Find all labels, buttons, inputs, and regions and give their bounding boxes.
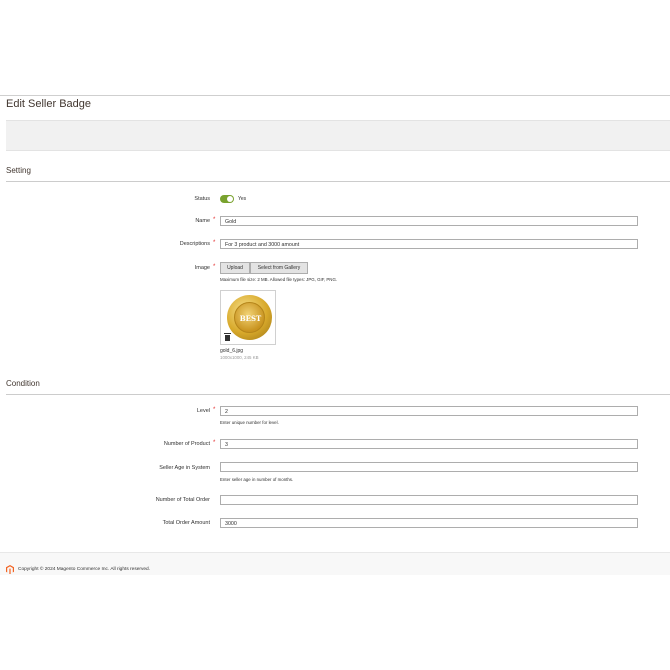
section-divider bbox=[6, 394, 670, 395]
magento-logo-icon bbox=[6, 565, 14, 574]
status-label: Status bbox=[194, 196, 210, 202]
image-file-meta: 1000x1000, 245 KB bbox=[220, 355, 259, 360]
badge-inner: BEST bbox=[234, 302, 265, 333]
required-asterisk: * bbox=[213, 264, 216, 270]
section-title-setting[interactable]: Setting bbox=[6, 166, 31, 175]
descriptions-label: Descriptions bbox=[179, 241, 210, 247]
number-of-product-input[interactable]: 3 bbox=[220, 439, 638, 449]
seller-age-label: Seller Age in System bbox=[159, 465, 210, 471]
seller-age-note: Enter seller age in number of months. bbox=[220, 477, 294, 482]
number-of-product-label: Number of Product bbox=[163, 441, 210, 447]
level-input[interactable]: 2 bbox=[220, 406, 638, 416]
image-label: Image bbox=[194, 265, 210, 271]
total-amount-input[interactable]: 3000 bbox=[220, 518, 638, 528]
trash-icon[interactable] bbox=[224, 333, 231, 341]
upload-note: Maximum file size: 2 MB. Allowed file ty… bbox=[220, 277, 338, 282]
footer-copyright: Copyright © 2024 Magento Commerce Inc. A… bbox=[18, 567, 151, 572]
image-preview[interactable]: BEST bbox=[220, 290, 276, 345]
select-from-gallery-button[interactable]: Select from Gallery bbox=[250, 262, 308, 274]
level-label: Level bbox=[196, 408, 210, 414]
section-divider bbox=[6, 181, 670, 182]
toggle-knob bbox=[227, 196, 233, 202]
seller-age-input[interactable] bbox=[220, 462, 638, 472]
required-asterisk: * bbox=[213, 240, 216, 246]
badge-text: BEST bbox=[239, 314, 262, 323]
page-title: Edit Seller Badge bbox=[6, 98, 91, 110]
required-asterisk: * bbox=[213, 217, 216, 223]
total-order-label: Number of Total Order bbox=[155, 497, 210, 503]
total-order-input[interactable] bbox=[220, 495, 638, 505]
upload-button[interactable]: Upload bbox=[220, 262, 250, 274]
status-toggle[interactable] bbox=[220, 195, 234, 203]
image-file-name: gold_6.jpg bbox=[220, 348, 244, 354]
page-actions-bar bbox=[6, 120, 670, 151]
header-divider bbox=[0, 95, 670, 96]
required-asterisk: * bbox=[213, 440, 216, 446]
name-input[interactable]: Gold bbox=[220, 216, 638, 226]
required-asterisk: * bbox=[213, 407, 216, 413]
status-toggle-label: Yes bbox=[238, 196, 247, 202]
total-amount-label: Total Order Amount bbox=[162, 520, 210, 526]
best-badge-image: BEST bbox=[227, 295, 272, 340]
level-note: Enter unique number for level. bbox=[220, 420, 279, 425]
descriptions-input[interactable]: For 3 product and 3000 amount bbox=[220, 239, 638, 249]
name-label: Name bbox=[195, 218, 210, 224]
section-title-condition[interactable]: Condition bbox=[6, 379, 40, 388]
